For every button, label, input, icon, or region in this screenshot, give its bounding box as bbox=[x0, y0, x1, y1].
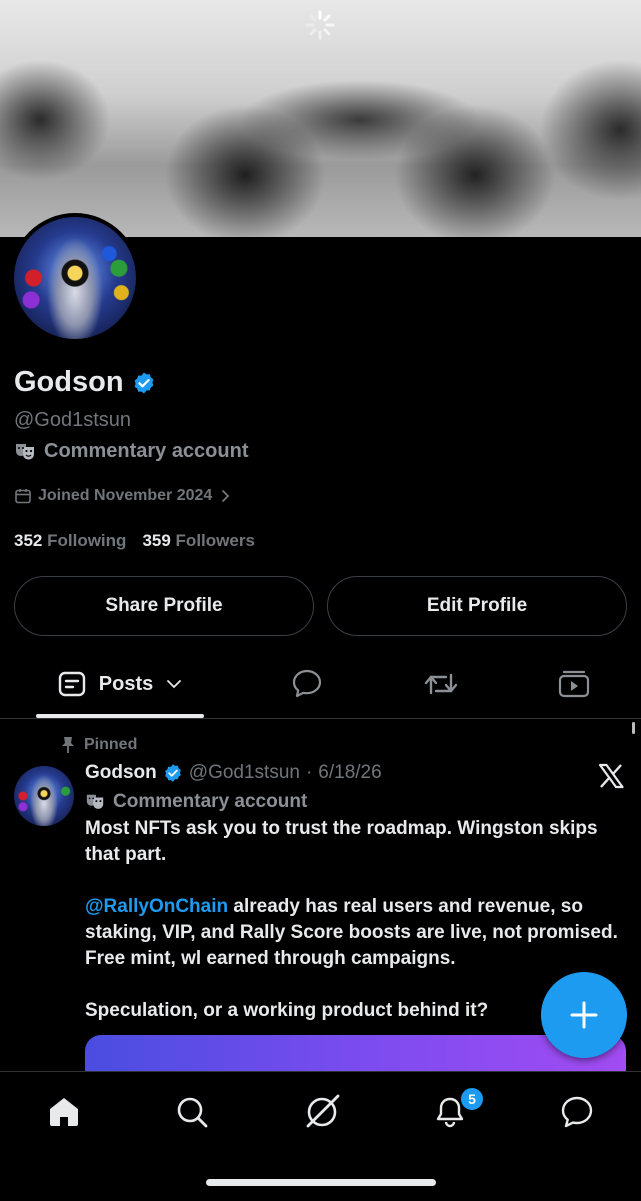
profile-name: Godson bbox=[14, 366, 156, 399]
verified-badge-icon bbox=[164, 764, 181, 782]
tab-posts-label: Posts bbox=[98, 672, 154, 695]
tab-reposts[interactable] bbox=[411, 650, 471, 718]
post-separator: · bbox=[305, 762, 313, 783]
repost-icon bbox=[424, 673, 458, 695]
post-paragraph-1: Most NFTs ask you to trust the roadmap. … bbox=[85, 818, 598, 865]
followers-link[interactable]: 359 Followers bbox=[142, 531, 254, 551]
reply-bubble-icon bbox=[292, 669, 322, 698]
followers-label: Followers bbox=[175, 531, 255, 550]
home-indicator[interactable] bbox=[206, 1179, 436, 1186]
nav-messages[interactable] bbox=[557, 1092, 597, 1132]
loading-spinner-icon bbox=[305, 10, 335, 40]
profile-label-text: Commentary account bbox=[44, 440, 249, 462]
profile-name-text: Godson bbox=[14, 366, 124, 398]
joined-text: Joined November 2024 bbox=[38, 487, 213, 504]
following-label: Following bbox=[47, 531, 127, 550]
joined-date[interactable]: Joined November 2024 bbox=[14, 487, 232, 505]
posts-icon bbox=[58, 671, 85, 697]
theater-masks-icon bbox=[16, 443, 34, 459]
pinned-indicator: Pinned bbox=[60, 736, 137, 754]
notification-badge: 5 bbox=[459, 1086, 485, 1112]
profile-tabs: Posts bbox=[0, 650, 641, 719]
profile-handle: @God1stsun bbox=[14, 409, 132, 431]
profile-avatar[interactable] bbox=[14, 217, 136, 339]
tab-replies[interactable] bbox=[277, 650, 337, 718]
chevron-down-icon bbox=[167, 680, 182, 689]
post-author-handle[interactable]: @God1stsun bbox=[189, 762, 300, 784]
edit-profile-button[interactable]: Edit Profile bbox=[327, 576, 627, 636]
post-author-avatar[interactable] bbox=[14, 766, 74, 826]
tab-media[interactable] bbox=[544, 650, 604, 718]
following-link[interactable]: 352 Following bbox=[14, 531, 126, 551]
mention-link[interactable]: @RallyOnChain bbox=[85, 896, 228, 917]
grok-icon bbox=[306, 1094, 340, 1128]
active-tab-indicator bbox=[36, 714, 204, 718]
post-author-name[interactable]: Godson bbox=[85, 762, 157, 784]
follow-stats: 352 Following 359 Followers bbox=[14, 531, 255, 551]
following-count: 352 bbox=[14, 531, 43, 550]
chevron-right-icon bbox=[222, 490, 230, 502]
post-author-label: Commentary account bbox=[85, 791, 307, 813]
messages-icon bbox=[561, 1096, 593, 1128]
plus-icon bbox=[570, 1001, 598, 1029]
post-header: Godson @God1stsun · 6/18/26 bbox=[85, 762, 382, 784]
pin-icon bbox=[62, 737, 74, 753]
verified-badge-icon[interactable] bbox=[132, 371, 156, 395]
followers-count: 359 bbox=[142, 531, 171, 550]
post-media-card[interactable] bbox=[85, 1035, 626, 1071]
theater-masks-icon bbox=[86, 794, 104, 809]
video-media-icon bbox=[558, 670, 590, 698]
nav-search[interactable] bbox=[172, 1092, 212, 1132]
tab-posts[interactable]: Posts bbox=[36, 650, 204, 718]
scrollbar[interactable] bbox=[632, 722, 635, 734]
post-author-label-text: Commentary account bbox=[113, 791, 308, 812]
profile-label[interactable]: Commentary account bbox=[14, 440, 249, 463]
post-paragraph-2: @RallyOnChain already has real users and… bbox=[85, 894, 630, 972]
x-logo-icon[interactable] bbox=[597, 762, 625, 790]
compose-post-button[interactable] bbox=[541, 972, 627, 1058]
nav-home[interactable] bbox=[44, 1092, 84, 1132]
home-icon bbox=[50, 1098, 78, 1126]
nav-grok[interactable] bbox=[302, 1092, 342, 1132]
post-date[interactable]: 6/18/26 bbox=[318, 762, 381, 784]
calendar-icon bbox=[15, 489, 31, 504]
share-profile-button[interactable]: Share Profile bbox=[14, 576, 314, 636]
pinned-label: Pinned bbox=[84, 736, 138, 753]
search-icon bbox=[177, 1097, 208, 1128]
